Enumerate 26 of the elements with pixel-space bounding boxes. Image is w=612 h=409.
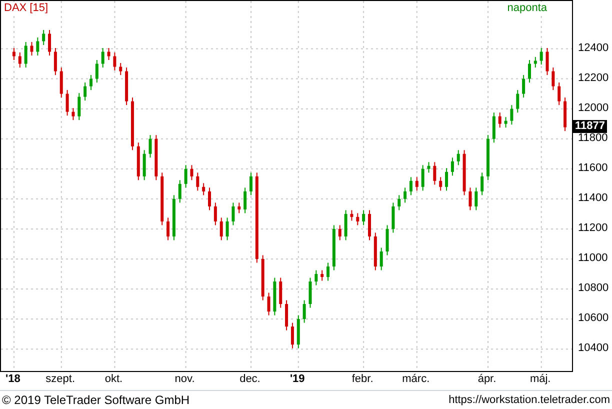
website-link[interactable]: https://workstation.teletrader.com bbox=[448, 392, 610, 408]
y-axis-label: 12000 bbox=[578, 102, 609, 114]
y-axis-label: 10800 bbox=[578, 283, 609, 294]
x-axis-label: márc. bbox=[402, 374, 430, 385]
y-axis-label: 10400 bbox=[578, 343, 609, 354]
y-axis-label: 11600 bbox=[578, 162, 608, 174]
y-axis-label: 10600 bbox=[578, 313, 609, 324]
x-axis-label: '19 bbox=[290, 374, 305, 385]
x-axis-label: ápr. bbox=[478, 374, 496, 385]
x-axis-label: okt. bbox=[104, 374, 123, 385]
x-axis-label: febr. bbox=[352, 374, 374, 385]
last-price-tag: 11877 bbox=[573, 120, 607, 134]
x-axis-label: nov. bbox=[174, 374, 195, 385]
interval-label: naponta bbox=[507, 2, 547, 16]
x-axis-label: dec. bbox=[240, 374, 260, 385]
x-axis-label: '18 bbox=[6, 374, 20, 385]
y-axis-label: 11400 bbox=[578, 192, 608, 204]
copyright-text: © 2019 TeleTrader Software GmbH bbox=[2, 392, 190, 409]
x-axis-label: szept. bbox=[46, 374, 76, 385]
y-axis-label: 12400 bbox=[578, 42, 609, 54]
symbol-label: DAX [15] bbox=[4, 2, 48, 16]
y-axis-label: 12200 bbox=[578, 72, 609, 84]
y-axis-label: 11000 bbox=[578, 252, 608, 264]
y-axis-label: 11800 bbox=[578, 132, 608, 144]
y-axis-label: 11200 bbox=[578, 222, 608, 234]
x-axis-label: máj. bbox=[530, 374, 551, 385]
